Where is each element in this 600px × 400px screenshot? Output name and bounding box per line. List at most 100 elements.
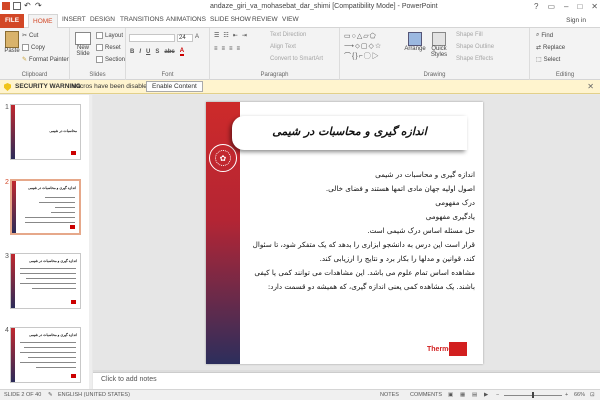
help-icon[interactable]: ?	[534, 2, 538, 11]
tab-review[interactable]: REVIEW	[252, 16, 278, 23]
new-slide-icon	[75, 32, 91, 45]
reading-view-icon[interactable]: ▤	[472, 392, 477, 398]
new-slide-button[interactable]: New Slide	[72, 32, 94, 57]
quick-access-toolbar: ↶ ↷	[2, 2, 43, 10]
clipboard-group: Paste ✂ Cut Copy ✎ Format Painter Clipboar…	[0, 28, 70, 80]
slide-thumbnail-3[interactable]: اندازه گیری و محاسبات در شیمی	[10, 253, 81, 309]
tab-design[interactable]: DESIGN	[90, 16, 115, 23]
notes-placeholder: Click to add notes	[101, 376, 157, 383]
slides-group: New Slide Layout Reset Section Slides	[70, 28, 126, 80]
current-slide[interactable]: ✿ اندازه گیری و محاسبات در شیمی اندازه گ…	[206, 102, 483, 364]
section-button[interactable]: Section	[96, 56, 125, 63]
maximize-icon[interactable]: □	[577, 2, 582, 11]
shape-effects-button[interactable]: Shape Effects	[456, 56, 493, 62]
enable-content-button[interactable]: Enable Content	[146, 81, 203, 92]
comments-button[interactable]: COMMENTS	[410, 392, 442, 398]
thumbnail-scrollbar[interactable]	[89, 95, 92, 389]
text-direction-button[interactable]: Text Direction	[270, 32, 306, 38]
save-icon[interactable]	[13, 2, 21, 10]
quick-styles-button[interactable]: Quick Styles	[428, 32, 450, 58]
font-name-dropdown[interactable]	[129, 34, 175, 42]
strikethrough-icon[interactable]: abc	[164, 49, 174, 55]
copy-button[interactable]: Copy	[22, 44, 45, 51]
body-line: یادگیری مفهومی	[425, 212, 475, 222]
normal-view-icon[interactable]: ▣	[448, 392, 453, 398]
convert-smartart-button[interactable]: Convert to SmartArt	[270, 56, 323, 62]
tab-home[interactable]: HOME	[28, 14, 58, 28]
align-center-icon[interactable]: ≡	[222, 46, 226, 52]
find-button[interactable]: ⌕ Find	[536, 32, 553, 39]
font-grow-icon[interactable]: A	[195, 34, 199, 40]
fit-slide-icon[interactable]: ⊡	[590, 392, 595, 398]
zoom-level[interactable]: 66%	[574, 392, 585, 398]
zoom-out-icon[interactable]: −	[496, 392, 499, 398]
slide-counter: SLIDE 2 OF 40	[4, 392, 42, 398]
font-size-dropdown[interactable]: 24	[177, 34, 193, 42]
align-right-icon[interactable]: ≡	[229, 46, 233, 52]
close-icon[interactable]: ✕	[591, 2, 598, 11]
zoom-in-icon[interactable]: +	[565, 392, 568, 398]
slideshow-icon[interactable]: ▶	[484, 392, 488, 398]
paste-icon	[5, 31, 19, 48]
undo-icon[interactable]: ↶	[24, 2, 32, 10]
align-text-button[interactable]: Align Text	[270, 44, 296, 50]
bullets-icon[interactable]: ☰	[214, 32, 219, 39]
shape-outline-button[interactable]: Shape Outline	[456, 44, 494, 50]
close-warning-icon[interactable]: ✕	[587, 82, 594, 91]
bold-icon[interactable]: B	[130, 49, 134, 55]
select-button[interactable]: ⬚ Select	[536, 56, 560, 64]
tab-transitions[interactable]: TRANSITIONS	[120, 16, 164, 23]
arrange-button[interactable]: Arrange	[404, 32, 426, 52]
sign-in-link[interactable]: Sign in	[566, 17, 586, 24]
editing-group: ⌕ Find ⇄ Replace ⬚ Select Editing	[536, 32, 575, 78]
outdent-icon[interactable]: ⇥	[242, 32, 247, 39]
slide-thumbnail-4[interactable]: اندازه گیری و محاسبات در شیمی	[10, 327, 81, 383]
format-painter-button[interactable]: ✎ Format Painter	[22, 56, 69, 64]
font-color-icon[interactable]: A	[179, 48, 185, 56]
minimize-icon[interactable]: –	[564, 2, 568, 11]
spell-check-icon[interactable]: ✎	[48, 392, 53, 398]
ribbon-display-icon[interactable]: ▭	[547, 2, 555, 11]
layout-button[interactable]: Layout	[96, 32, 123, 39]
slide-sorter-icon[interactable]: ▦	[460, 392, 465, 398]
redo-icon[interactable]: ↷	[35, 2, 43, 10]
tab-slide-show[interactable]: SLIDE SHOW	[210, 16, 251, 23]
body-line: درک مفهومی	[435, 198, 475, 208]
find-icon: ⌕	[536, 32, 540, 38]
cut-button[interactable]: ✂ Cut	[22, 32, 38, 40]
align-left-icon[interactable]: ≡	[214, 46, 218, 52]
slide-thumbnail-2[interactable]: اندازه گیری و محاسبات در شیمی	[10, 179, 81, 235]
body-line: مشاهده اساس تمام علوم می باشد. این مشاهد…	[254, 268, 475, 292]
slide-title-box[interactable]: اندازه گیری و محاسبات در شیمی	[232, 116, 467, 150]
tab-insert[interactable]: INSERT	[62, 16, 86, 23]
shape-fill-button[interactable]: Shape Fill	[456, 32, 483, 38]
shadow-icon[interactable]: S	[155, 49, 159, 55]
justify-icon[interactable]: ≡	[237, 46, 241, 52]
tab-view[interactable]: VIEW	[282, 16, 299, 23]
reset-button[interactable]: Reset	[96, 44, 121, 51]
numbering-icon[interactable]: ☷	[223, 32, 228, 39]
slide-body-text[interactable]: اندازه گیری و محاسبات در شیمی اصول اولیه…	[250, 168, 475, 294]
reset-icon	[96, 44, 103, 51]
shield-icon	[4, 83, 11, 91]
italic-icon[interactable]: I	[139, 49, 141, 55]
replace-button[interactable]: ⇄ Replace	[536, 44, 565, 52]
language-indicator[interactable]: ENGLISH (UNITED STATES)	[58, 392, 130, 398]
scissors-icon: ✂	[22, 33, 28, 39]
align-buttons: ≡ ≡ ≡ ≡	[214, 46, 240, 52]
shapes-gallery[interactable]: ▭○△▱⬠ ⟶⬦▢◇☆ ⌒{}⌐◯▷	[344, 32, 400, 66]
slide-thumbnail-1[interactable]: محاسبات در شیمی	[10, 104, 81, 160]
notes-button[interactable]: NOTES	[380, 392, 399, 398]
window-title: andaze_giri_va_mohasebat_dar_shimi [Comp…	[210, 3, 438, 10]
tab-animations[interactable]: ANIMATIONS	[166, 16, 206, 23]
thermo-logo: Thermo	[427, 342, 467, 356]
tab-file[interactable]: FILE	[0, 14, 24, 28]
thumbnail-number: 4	[5, 327, 9, 334]
notes-pane[interactable]: Click to add notes	[93, 372, 600, 389]
thumbnail-title: محاسبات در شیمی	[49, 129, 77, 133]
zoom-slider-handle[interactable]	[532, 392, 534, 398]
paste-button[interactable]: Paste	[3, 31, 21, 54]
title-bar: ↶ ↷ andaze_giri_va_mohasebat_dar_shimi […	[0, 0, 600, 14]
indent-icon[interactable]: ⇤	[233, 32, 238, 39]
underline-icon[interactable]: U	[146, 49, 150, 55]
